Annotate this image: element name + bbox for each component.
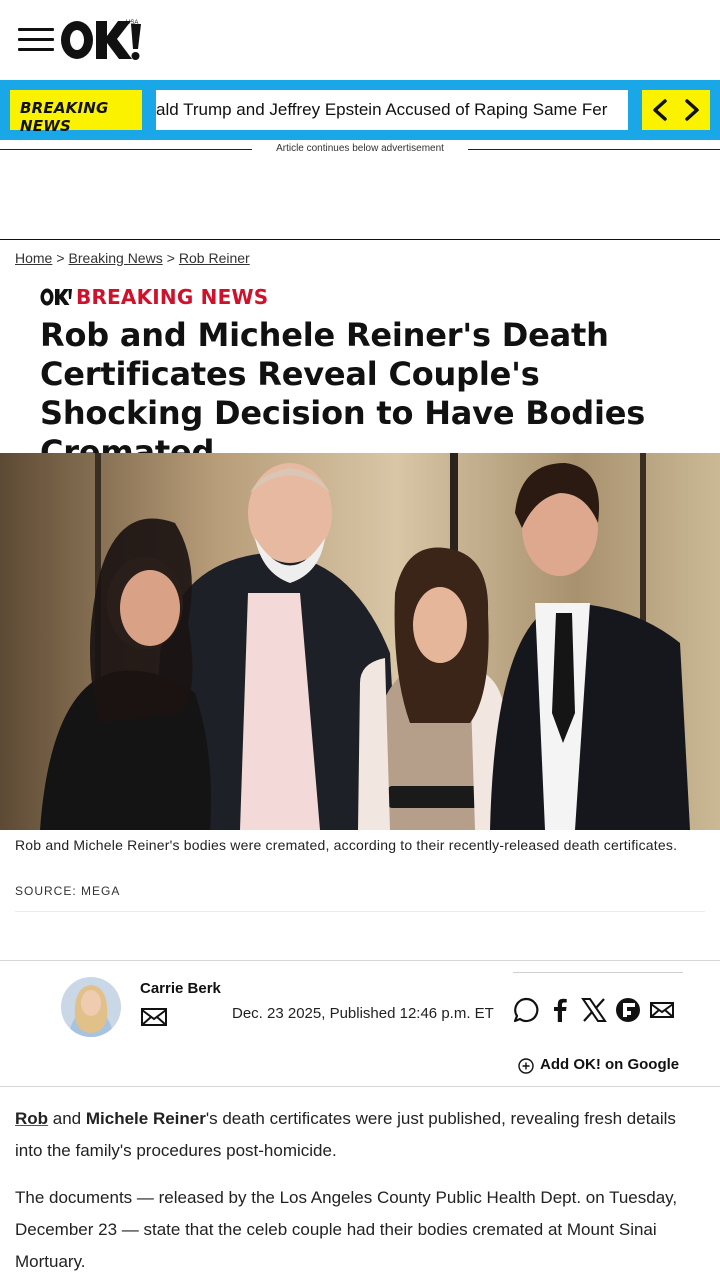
article-headline: Rob and Michele Reiner's Death Certifica… <box>40 316 646 471</box>
breadcrumb-breaking-news[interactable]: Breaking News <box>69 250 163 266</box>
hamburger-menu-icon[interactable] <box>18 28 54 52</box>
breaking-news-ticker: BREAKING NEWS ald Trump and Jeffrey Epst… <box>0 80 720 140</box>
ticker-headline-box[interactable]: ald Trump and Jeffrey Epstein Accused of… <box>156 90 628 130</box>
plus-circle-icon <box>518 1058 534 1074</box>
breadcrumb-home[interactable]: Home <box>15 250 52 266</box>
email-icon[interactable] <box>648 996 676 1024</box>
breadcrumb-separator: > <box>56 250 65 266</box>
rob-link[interactable]: Rob <box>15 1109 48 1128</box>
article-paragraph-1: Rob and Michele Reiner's death certifica… <box>15 1103 705 1167</box>
comment-icon[interactable] <box>512 996 540 1024</box>
site-header: USA <box>0 0 720 80</box>
svg-text:USA: USA <box>126 20 138 26</box>
ticker-headline[interactable]: ald Trump and Jeffrey Epstein Accused of… <box>156 90 607 130</box>
ad-label: Article continues below advertisement <box>252 142 468 156</box>
breadcrumb-rob-reiner[interactable]: Rob Reiner <box>179 250 250 266</box>
hero-photo[interactable] <box>0 453 720 830</box>
breadcrumb: Home > Breaking News > Rob Reiner <box>15 250 250 266</box>
photo-caption: Rob and Michele Reiner's bodies were cre… <box>15 837 678 853</box>
flipboard-icon[interactable] <box>614 996 642 1024</box>
ad-bottom-divider <box>0 239 720 240</box>
facebook-icon[interactable] <box>546 996 574 1024</box>
x-icon[interactable] <box>580 996 608 1024</box>
ok-small-logo <box>40 288 72 306</box>
ticker-controls <box>642 90 710 130</box>
author-avatar[interactable] <box>61 977 121 1037</box>
ok-logo[interactable]: USA <box>60 16 144 64</box>
author-divider-top <box>0 960 720 961</box>
michele-reiner-name: Michele Reiner <box>85 1109 206 1128</box>
photo-source: SOURCE: MEGA <box>15 884 121 898</box>
section-tag-label[interactable]: BREAKING NEWS <box>76 285 268 309</box>
chevron-right-icon[interactable] <box>682 98 702 122</box>
breadcrumb-separator: > <box>166 250 175 266</box>
author-divider-bottom <box>0 1086 720 1087</box>
email-icon[interactable] <box>140 1006 168 1028</box>
caption-divider <box>15 911 705 912</box>
article-paragraph-2: The documents — released by the Los Ange… <box>15 1188 678 1271</box>
publish-date: Dec. 23 2025, Published 12:46 p.m. ET <box>232 1005 494 1022</box>
breaking-news-label: BREAKING NEWS <box>10 90 142 135</box>
add-on-google-label[interactable]: Add OK! on Google <box>540 1056 679 1073</box>
share-divider <box>513 972 683 973</box>
p1-and: and <box>48 1109 86 1128</box>
author-name[interactable]: Carrie Berk <box>140 980 221 997</box>
chevron-left-icon[interactable] <box>650 98 670 122</box>
share-toolbar <box>512 996 682 1024</box>
